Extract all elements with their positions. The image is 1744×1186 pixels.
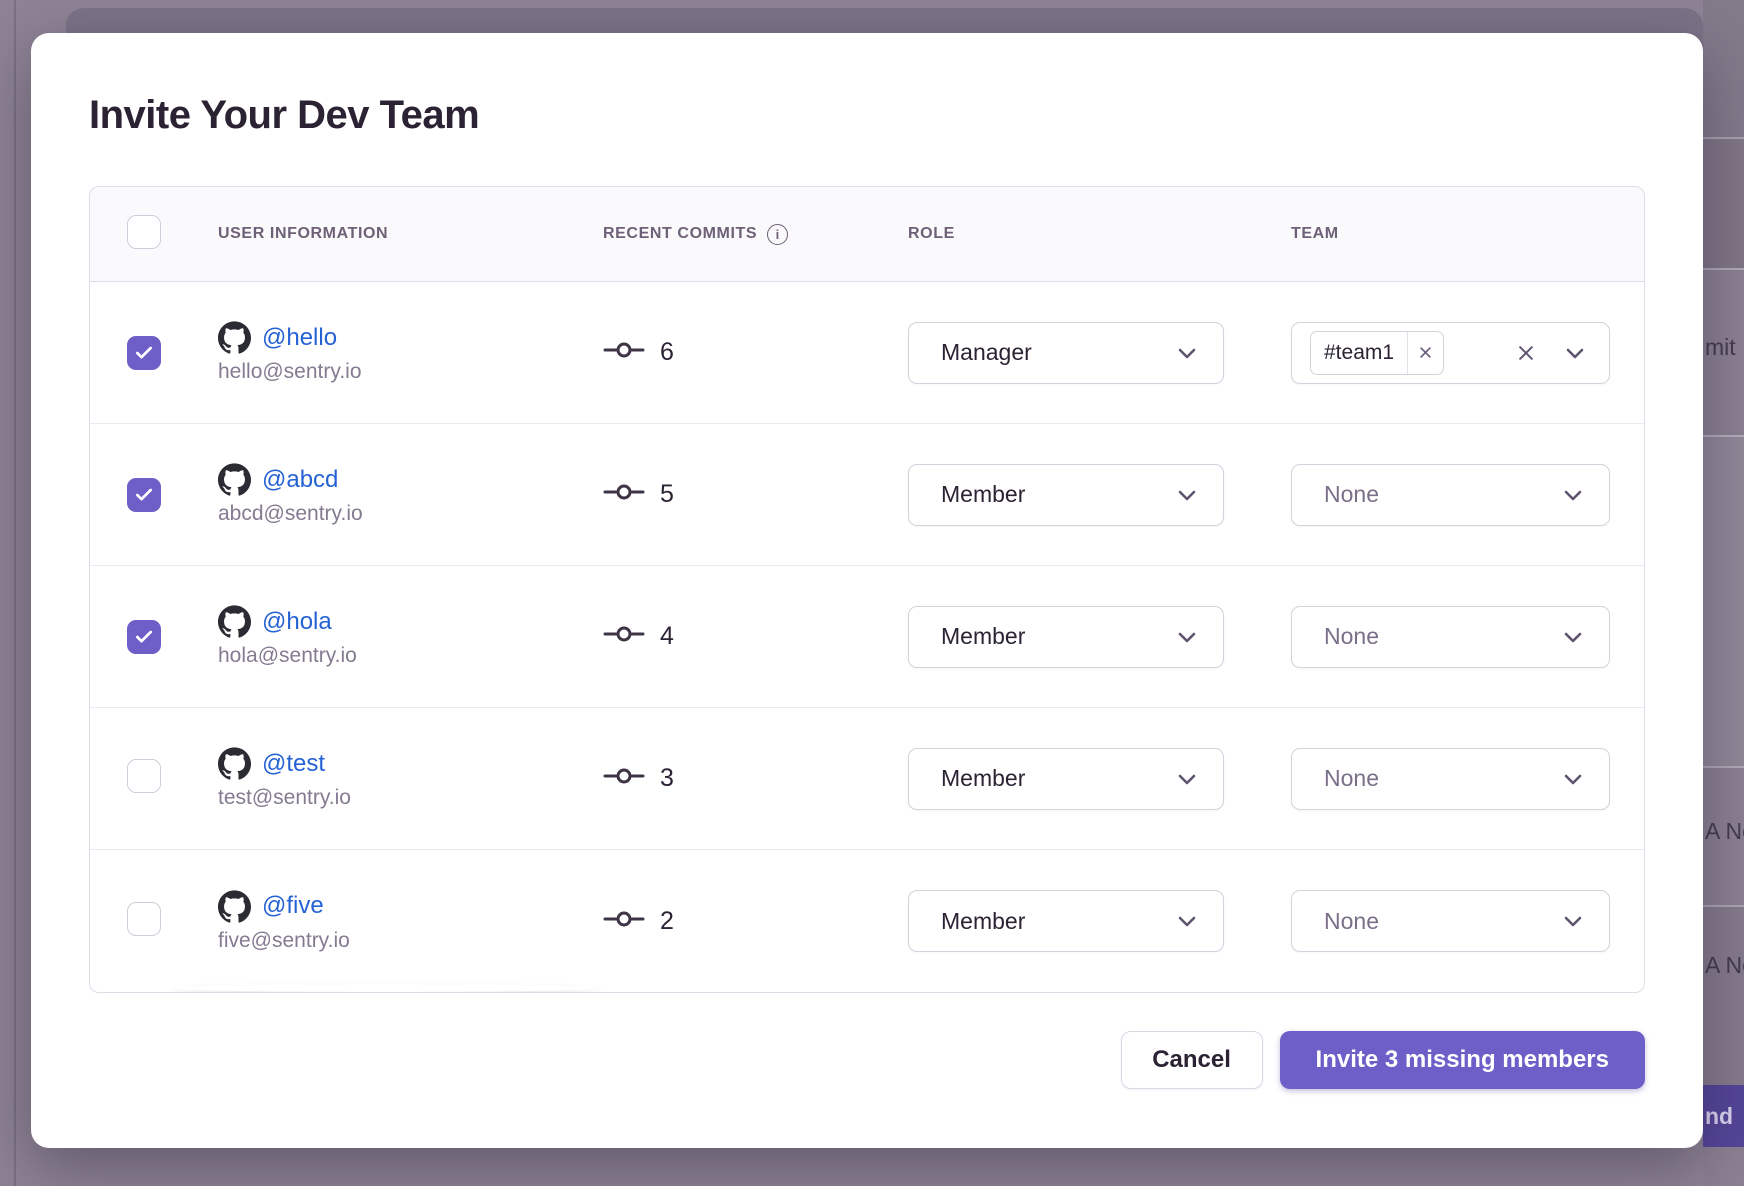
commit-count: 4 xyxy=(660,622,674,651)
role-select[interactable]: Member xyxy=(908,748,1224,810)
table-row: @five five@sentry.io 2 Member xyxy=(90,850,1644,992)
team-value: None xyxy=(1324,765,1561,792)
table-row: @hola hola@sentry.io 4 Member xyxy=(90,566,1644,708)
user-email: hola@sentry.io xyxy=(218,644,603,668)
cancel-button[interactable]: Cancel xyxy=(1121,1031,1263,1089)
user-email: five@sentry.io xyxy=(218,929,603,953)
git-commit-icon xyxy=(603,906,645,937)
background-row-band xyxy=(1703,0,1744,137)
github-username-link[interactable]: @five xyxy=(262,892,324,920)
team-select[interactable]: None xyxy=(1291,890,1610,952)
row-checkbox[interactable] xyxy=(127,620,161,654)
team-select[interactable]: None xyxy=(1291,464,1610,526)
role-value: Manager xyxy=(941,339,1175,366)
github-icon xyxy=(218,747,251,780)
info-icon[interactable]: i xyxy=(767,224,788,245)
role-select[interactable]: Member xyxy=(908,606,1224,668)
commit-count: 2 xyxy=(660,907,674,936)
team-tag-label: #team1 xyxy=(1311,341,1407,365)
background-row-divider xyxy=(1703,766,1744,768)
role-value: Member xyxy=(941,481,1175,508)
invite-dev-team-modal: Invite Your Dev Team USER INFORMATION RE… xyxy=(31,33,1703,1148)
invite-members-table: USER INFORMATION RECENT COMMITS i ROLE T… xyxy=(89,186,1645,993)
background-row-band xyxy=(1703,905,1744,1085)
row-checkbox[interactable] xyxy=(127,902,161,936)
chevron-down-icon xyxy=(1563,341,1587,365)
role-select[interactable]: Manager xyxy=(908,322,1224,384)
commit-count: 5 xyxy=(660,480,674,509)
invite-members-button[interactable]: Invite 3 missing members xyxy=(1280,1031,1645,1089)
github-username-link[interactable]: @abcd xyxy=(262,466,338,494)
remove-team-tag-icon[interactable] xyxy=(1407,332,1443,374)
background-row-divider xyxy=(1703,137,1744,139)
github-icon xyxy=(218,890,251,923)
select-all-checkbox[interactable] xyxy=(127,215,161,249)
team-tag: #team1 xyxy=(1310,331,1444,375)
table-row: @hello hello@sentry.io 6 Manager xyxy=(90,282,1644,424)
background-text-fragment: A No xyxy=(1705,818,1744,845)
row-checkbox[interactable] xyxy=(127,478,161,512)
chevron-down-icon xyxy=(1175,341,1199,365)
git-commit-icon xyxy=(603,763,645,794)
chevron-down-icon xyxy=(1175,767,1199,791)
role-value: Member xyxy=(941,623,1175,650)
chevron-down-icon xyxy=(1561,625,1585,649)
user-email: test@sentry.io xyxy=(218,786,603,810)
table-row: @abcd abcd@sentry.io 5 Member xyxy=(90,424,1644,566)
team-multiselect[interactable]: #team1 xyxy=(1291,322,1610,384)
chevron-down-icon xyxy=(1175,625,1199,649)
background-text-fragment: A No xyxy=(1705,952,1744,979)
background-row-band xyxy=(1703,137,1744,268)
chevron-down-icon xyxy=(1175,483,1199,507)
git-commit-icon xyxy=(603,337,645,368)
team-select[interactable]: None xyxy=(1291,748,1610,810)
row-checkbox[interactable] xyxy=(127,336,161,370)
github-username-link[interactable]: @hello xyxy=(262,324,337,352)
team-select[interactable]: None xyxy=(1291,606,1610,668)
table-row: @test test@sentry.io 3 Member xyxy=(90,708,1644,850)
team-value: None xyxy=(1324,908,1561,935)
role-select[interactable]: Member xyxy=(908,890,1224,952)
github-username-link[interactable]: @hola xyxy=(262,608,332,636)
table-header-row: USER INFORMATION RECENT COMMITS i ROLE T… xyxy=(90,187,1644,282)
background-button-fragment: nd xyxy=(1703,1085,1744,1147)
chevron-down-icon xyxy=(1175,909,1199,933)
background-row-divider xyxy=(1703,435,1744,437)
column-header-role: ROLE xyxy=(908,225,1291,243)
commit-count: 6 xyxy=(660,338,674,367)
modal-footer: Cancel Invite 3 missing members xyxy=(89,1031,1645,1089)
column-header-recent-commits: RECENT COMMITS i xyxy=(603,224,908,245)
team-value: None xyxy=(1324,481,1561,508)
modal-title: Invite Your Dev Team xyxy=(89,93,1645,138)
background-text-fragment: mit xyxy=(1705,334,1736,361)
background-row-divider xyxy=(1703,268,1744,270)
github-icon xyxy=(218,463,251,496)
column-header-user-information: USER INFORMATION xyxy=(218,225,603,243)
role-value: Member xyxy=(941,908,1175,935)
role-value: Member xyxy=(941,765,1175,792)
git-commit-icon xyxy=(603,479,645,510)
github-username-link[interactable]: @test xyxy=(262,750,325,778)
background-row-divider xyxy=(1703,905,1744,907)
column-header-team: TEAM xyxy=(1291,225,1644,243)
background-page-fragment: mit A No A No nd xyxy=(1703,0,1744,1186)
team-value: None xyxy=(1324,623,1561,650)
github-icon xyxy=(218,321,251,354)
github-icon xyxy=(218,605,251,638)
commit-count: 3 xyxy=(660,764,674,793)
background-panel-edge xyxy=(14,0,16,1186)
role-select[interactable]: Member xyxy=(908,464,1224,526)
git-commit-icon xyxy=(603,621,645,652)
user-email: hello@sentry.io xyxy=(218,360,603,384)
background-row-band xyxy=(1703,435,1744,766)
chevron-down-icon xyxy=(1561,483,1585,507)
clear-team-icon[interactable] xyxy=(1516,343,1536,363)
user-email: abcd@sentry.io xyxy=(218,502,603,526)
recent-commits-label: RECENT COMMITS xyxy=(603,225,757,243)
chevron-down-icon xyxy=(1561,909,1585,933)
row-checkbox[interactable] xyxy=(127,759,161,793)
chevron-down-icon xyxy=(1561,767,1585,791)
